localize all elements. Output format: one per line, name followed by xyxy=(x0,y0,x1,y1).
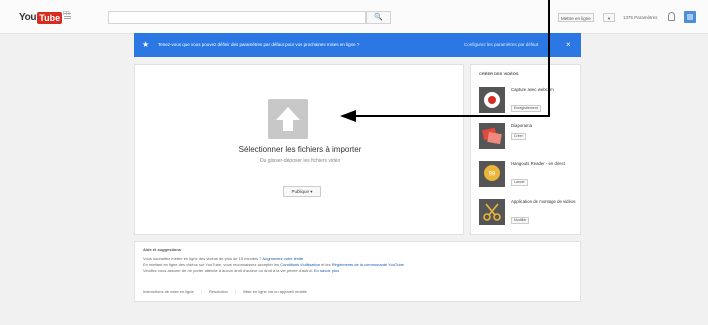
creator-name: Hangouts Reader - en direct xyxy=(511,161,565,166)
upload-title[interactable]: Sélectionner les fichiers à importer xyxy=(135,145,465,154)
search-input[interactable] xyxy=(108,11,366,24)
help-text: En mettant en ligne des vidéos sur YouTu… xyxy=(143,262,280,267)
logo-you: You xyxy=(19,12,37,23)
info-icon: ★ xyxy=(142,40,150,49)
increase-limit-link[interactable]: Augmentez votre limite xyxy=(262,256,303,261)
create-videos-title: Créer des vidéos xyxy=(479,71,519,76)
creator-hangouts: 99 Hangouts Reader - en direct Lancer xyxy=(479,161,579,191)
record-button[interactable]: Enregistrement xyxy=(511,105,541,112)
banner-message: Tenez-vous que vous pouvez définir des p… xyxy=(158,42,360,47)
creator-name: Application de montage de vidéos xyxy=(511,199,576,204)
upload-panel: Sélectionner les fichiers à importer Ou … xyxy=(134,64,464,235)
avatar[interactable] xyxy=(684,11,696,23)
upload-arrow-icon[interactable] xyxy=(268,99,308,139)
upload-subtitle: Ou glisser-déposer les fichiers vidéo xyxy=(259,158,341,164)
creator-editor: Application de montage de vidéos Modifie… xyxy=(479,199,579,229)
hangouts-icon: 99 xyxy=(479,161,505,187)
upload-menu-dropdown[interactable]: ▾ xyxy=(603,13,615,22)
slideshow-icon xyxy=(479,123,505,149)
upload-menu-button[interactable]: Mettre en ligne xyxy=(558,13,594,22)
creator-webcam: Capture avec webcam Enregistrement xyxy=(479,87,579,117)
help-text: et les xyxy=(321,262,331,267)
footer-link[interactable]: Résolution xyxy=(209,289,228,294)
privacy-dropdown[interactable]: Publique ▾ xyxy=(283,186,321,197)
guide-menu-icon[interactable] xyxy=(64,13,71,19)
close-icon[interactable]: × xyxy=(566,40,571,49)
scissors-icon xyxy=(479,199,505,225)
creator-name: Diaporama xyxy=(511,123,533,128)
creator-name: Capture avec webcam xyxy=(511,87,554,92)
help-panel: Aide et suggestions Vous souhaitez mettr… xyxy=(134,241,581,302)
webcam-icon xyxy=(479,87,505,113)
creator-slideshow: Diaporama Créer xyxy=(479,123,579,153)
search-button[interactable]: 🔍 xyxy=(366,11,391,24)
banner-settings-link[interactable]: Configurez les paramètres par défaut xyxy=(464,41,538,49)
help-line-3: Veuillez vous assurer de ne porter attei… xyxy=(143,268,339,273)
footer-link[interactable]: Mise en ligne via un appareil mobile xyxy=(243,289,307,294)
masthead: You Tube FR 🔍 Mettre en ligne ▾ 1375 Par… xyxy=(0,0,708,34)
terms-link[interactable]: Conditions d'utilisation xyxy=(280,262,320,267)
help-title: Aide et suggestions xyxy=(143,247,182,252)
bell-icon[interactable] xyxy=(668,12,675,21)
help-line-2: En mettant en ligne des vidéos sur YouTu… xyxy=(143,262,404,267)
help-text: Vous souhaitez mettre en ligne des vidéo… xyxy=(143,256,262,261)
help-line-1: Vous souhaitez mettre en ligne des vidéo… xyxy=(143,256,303,261)
svg-text:99: 99 xyxy=(489,172,496,178)
footer-link[interactable]: Instructions de mise en ligne xyxy=(143,289,194,294)
launch-button[interactable]: Lancer xyxy=(511,179,528,186)
edit-button[interactable]: Modifier xyxy=(511,217,530,224)
learn-more-link[interactable]: En savoir plus xyxy=(314,268,339,273)
account-settings-link[interactable]: 1375 Paramètres xyxy=(623,13,658,22)
youtube-logo[interactable]: You Tube FR xyxy=(19,11,70,24)
help-text: Veuillez vous assurer de ne porter attei… xyxy=(143,268,313,273)
community-guidelines-link[interactable]: Règlements de la communauté YouTube xyxy=(332,262,404,267)
logo-tube: Tube xyxy=(37,11,63,24)
info-banner: ★ Tenez-vous que vous pouvez définir des… xyxy=(134,33,581,57)
create-button[interactable]: Créer xyxy=(511,133,526,140)
create-videos-panel: Créer des vidéos Capture avec webcam Enr… xyxy=(470,64,581,235)
help-footer-links: Instructions de mise en ligne | Résoluti… xyxy=(143,289,307,294)
